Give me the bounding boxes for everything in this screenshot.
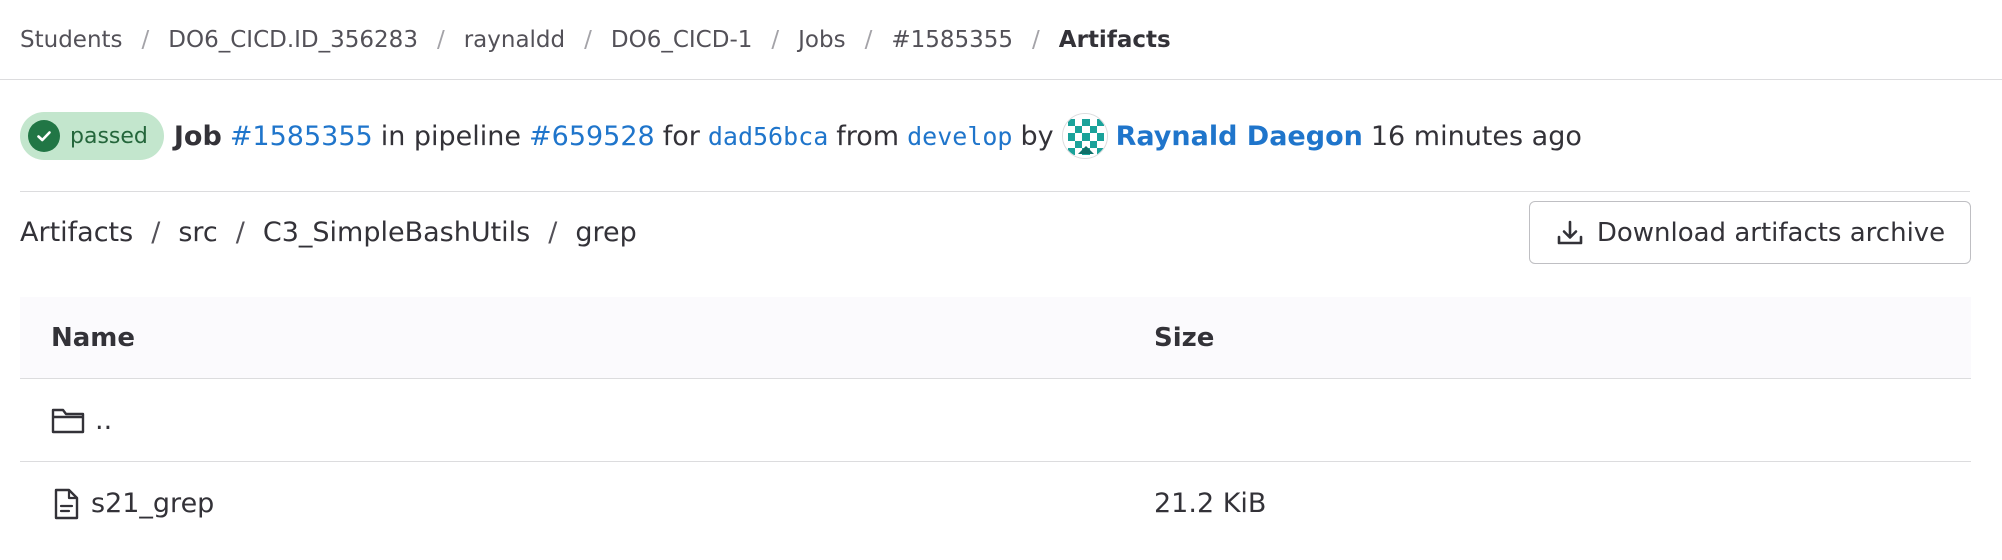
- parent-directory-link[interactable]: ..: [51, 405, 112, 436]
- check-circle-icon: [28, 120, 60, 152]
- breadcrumb-separator: /: [584, 27, 592, 53]
- breadcrumb-item-project[interactable]: DO6_CICD-1: [611, 27, 753, 53]
- breadcrumb-item-students[interactable]: Students: [20, 27, 123, 53]
- path-segment-grep: grep: [575, 216, 637, 248]
- row-name: s21_grep: [91, 488, 215, 519]
- table-row[interactable]: s21_grep 21.2 KiB: [20, 462, 1971, 545]
- from-text: from: [836, 120, 900, 152]
- download-artifacts-button[interactable]: Download artifacts archive: [1529, 201, 1971, 264]
- breadcrumb-separator: /: [1032, 27, 1040, 53]
- file-link[interactable]: s21_grep: [51, 488, 214, 520]
- row-name: ..: [95, 404, 113, 436]
- path-separator: /: [151, 216, 161, 248]
- path-segment-artifacts[interactable]: Artifacts: [20, 217, 133, 248]
- breadcrumb-separator: /: [141, 27, 150, 53]
- breadcrumb-separator: /: [436, 27, 445, 53]
- job-header: passed Job #1585355 in pipeline #659528 …: [20, 104, 1582, 168]
- path-segment-project[interactable]: C3_SimpleBashUtils: [263, 217, 530, 248]
- download-icon: [1555, 218, 1585, 248]
- for-text: for: [662, 120, 700, 152]
- pipeline-id-link[interactable]: #659528: [529, 121, 655, 152]
- breadcrumb-item-job[interactable]: #1585355: [891, 27, 1013, 53]
- header-divider: [0, 79, 2002, 80]
- file-icon: [51, 488, 81, 520]
- column-header-size: Size: [1154, 322, 1215, 353]
- by-text: by: [1020, 120, 1054, 152]
- time-ago: 16 minutes ago: [1370, 120, 1582, 152]
- section-divider: [20, 191, 1970, 192]
- breadcrumb-item-jobs[interactable]: Jobs: [798, 27, 845, 53]
- in-pipeline-text: in pipeline: [380, 120, 522, 152]
- user-link[interactable]: Raynald Daegon: [1116, 121, 1363, 152]
- path-separator: /: [235, 216, 245, 248]
- table-header: Name Size: [20, 297, 1971, 379]
- artifacts-table: Name Size .. s21_grep 21.2 KiB: [20, 297, 1971, 545]
- row-size: 21.2 KiB: [1154, 488, 1267, 519]
- avatar[interactable]: [1061, 113, 1108, 159]
- breadcrumb-item-user[interactable]: raynaldd: [464, 27, 565, 53]
- path-segment-src[interactable]: src: [178, 217, 217, 248]
- commit-link[interactable]: dad56bca: [708, 122, 828, 151]
- job-label: Job: [173, 120, 222, 152]
- artifacts-path: Artifacts / src / C3_SimpleBashUtils / g…: [20, 206, 637, 258]
- column-header-name: Name: [51, 322, 136, 353]
- table-row[interactable]: ..: [20, 379, 1971, 462]
- download-button-label: Download artifacts archive: [1596, 217, 1946, 248]
- status-badge[interactable]: passed: [20, 112, 164, 160]
- breadcrumb-separator: /: [864, 27, 873, 53]
- status-label: passed: [70, 123, 148, 149]
- folder-icon: [51, 406, 85, 434]
- path-separator: /: [548, 216, 558, 248]
- breadcrumb: Students / DO6_CICD.ID_356283 / raynaldd…: [20, 0, 1982, 80]
- breadcrumb-item-project-group[interactable]: DO6_CICD.ID_356283: [168, 27, 418, 53]
- breadcrumb-item-artifacts: Artifacts: [1058, 27, 1171, 53]
- breadcrumb-separator: /: [771, 27, 780, 53]
- branch-link[interactable]: develop: [907, 122, 1012, 151]
- job-id-link[interactable]: #1585355: [230, 121, 373, 152]
